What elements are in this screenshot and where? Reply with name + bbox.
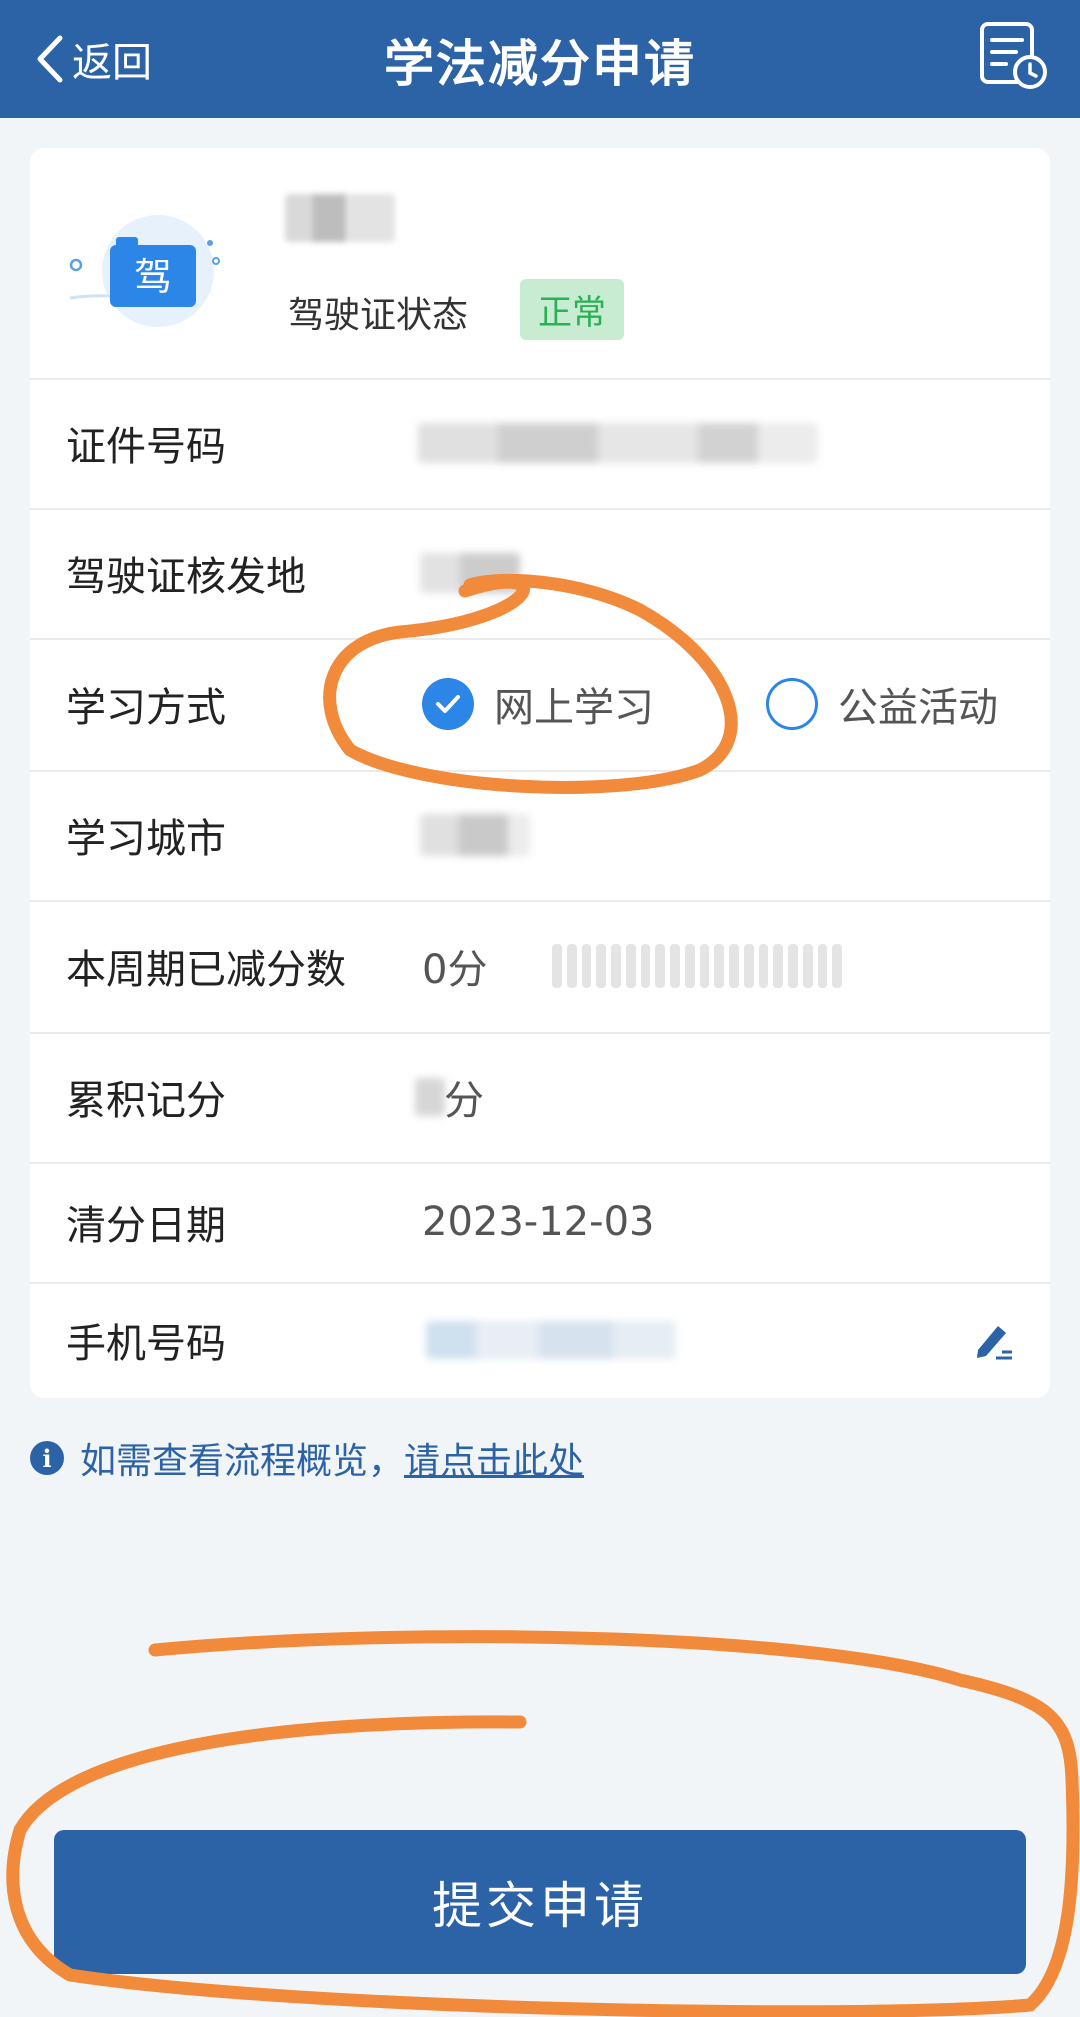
deducted-points-value: 0分: [422, 947, 488, 993]
driver-license-avatar: 驾: [69, 215, 220, 327]
issue-place-label: 驾驶证核发地: [66, 554, 306, 600]
row-id-number: 证件号码: [30, 378, 1050, 510]
issue-place-redacted: [420, 553, 520, 593]
radio-online-study-label: 网上学习: [494, 685, 654, 731]
page-title: 学法减分申请: [384, 35, 696, 93]
phone-number-redacted: [426, 1321, 676, 1359]
submit-application-button[interactable]: 提交申请: [54, 1830, 1026, 1974]
progress-segment: [611, 944, 621, 988]
row-deducted-points: 本周期已减分数 0分: [30, 900, 1050, 1034]
progress-segment: [684, 944, 695, 988]
navbar: 返回 学法减分申请: [0, 0, 1080, 118]
process-info-text: 如需查看流程概览，: [80, 1441, 405, 1482]
accumulated-points-redacted: [415, 1078, 445, 1116]
edit-pencil-icon[interactable]: [972, 1318, 1016, 1362]
progress-segment: [566, 944, 577, 988]
clear-date-value: 2023-12-03: [422, 1199, 655, 1245]
row-study-mode: 学习方式 网上学习 公益活动: [30, 638, 1050, 772]
study-mode-label: 学习方式: [66, 685, 226, 731]
progress-segment: [625, 944, 636, 988]
progress-segment: [743, 944, 754, 988]
radio-checked-icon: [422, 678, 474, 730]
progress-segment: [699, 944, 710, 988]
deducted-points-label: 本周期已减分数: [66, 947, 346, 993]
progress-segment: [773, 944, 783, 988]
info-icon: i: [30, 1441, 64, 1475]
progress-segment: [802, 944, 813, 988]
process-info-line: i 如需查看流程概览， 请点击此处: [30, 1432, 584, 1484]
row-study-city: 学习城市: [30, 770, 1050, 902]
radio-online-study[interactable]: 网上学习: [422, 675, 654, 733]
progress-segment: [596, 944, 606, 988]
document-clock-icon[interactable]: [976, 18, 1050, 92]
progress-segment: [670, 944, 680, 988]
id-number-redacted: [418, 423, 818, 463]
row-accumulated-points: 累积记分 分: [30, 1032, 1050, 1164]
progress-segment: [817, 944, 828, 988]
phone-label: 手机号码: [66, 1321, 226, 1367]
process-overview-link[interactable]: 请点击此处: [404, 1432, 584, 1484]
accumulated-points-label: 累积记分: [66, 1078, 226, 1124]
progress-segment: [729, 944, 739, 988]
progress-segment: [758, 944, 769, 988]
radio-public-welfare[interactable]: 公益活动: [766, 675, 998, 733]
profile-section: 驾 驾驶证状态 正常: [30, 148, 1050, 380]
progress-segment: [832, 944, 842, 988]
id-number-label: 证件号码: [66, 424, 226, 470]
accumulated-points-unit: 分: [444, 1078, 484, 1124]
progress-segment: [655, 944, 665, 988]
license-status-badge: 正常: [520, 279, 624, 340]
progress-segment: [581, 944, 592, 988]
progress-segment: [640, 944, 651, 988]
study-city-label: 学习城市: [66, 816, 226, 862]
row-issue-place: 驾驶证核发地: [30, 508, 1050, 640]
license-status-label: 驾驶证状态: [288, 295, 469, 336]
license-info-card: 驾 驾驶证状态 正常 证件号码 驾驶证核发地 学习方式 网上学习 公益活动 学习…: [30, 148, 1050, 1398]
avatar-badge-text: 驾: [134, 255, 172, 299]
study-city-redacted: [420, 814, 530, 856]
radio-unchecked-icon: [766, 678, 818, 730]
driver-name-redacted: [285, 194, 395, 242]
progress-segment: [788, 944, 798, 988]
progress-segment: [552, 944, 562, 988]
clear-date-label: 清分日期: [66, 1203, 226, 1249]
row-clear-date: 清分日期 2023-12-03: [30, 1162, 1050, 1284]
row-phone: 手机号码: [30, 1282, 1050, 1398]
radio-public-welfare-label: 公益活动: [838, 685, 998, 731]
progress-segment: [714, 944, 724, 988]
deducted-progress-bar: [552, 944, 842, 988]
